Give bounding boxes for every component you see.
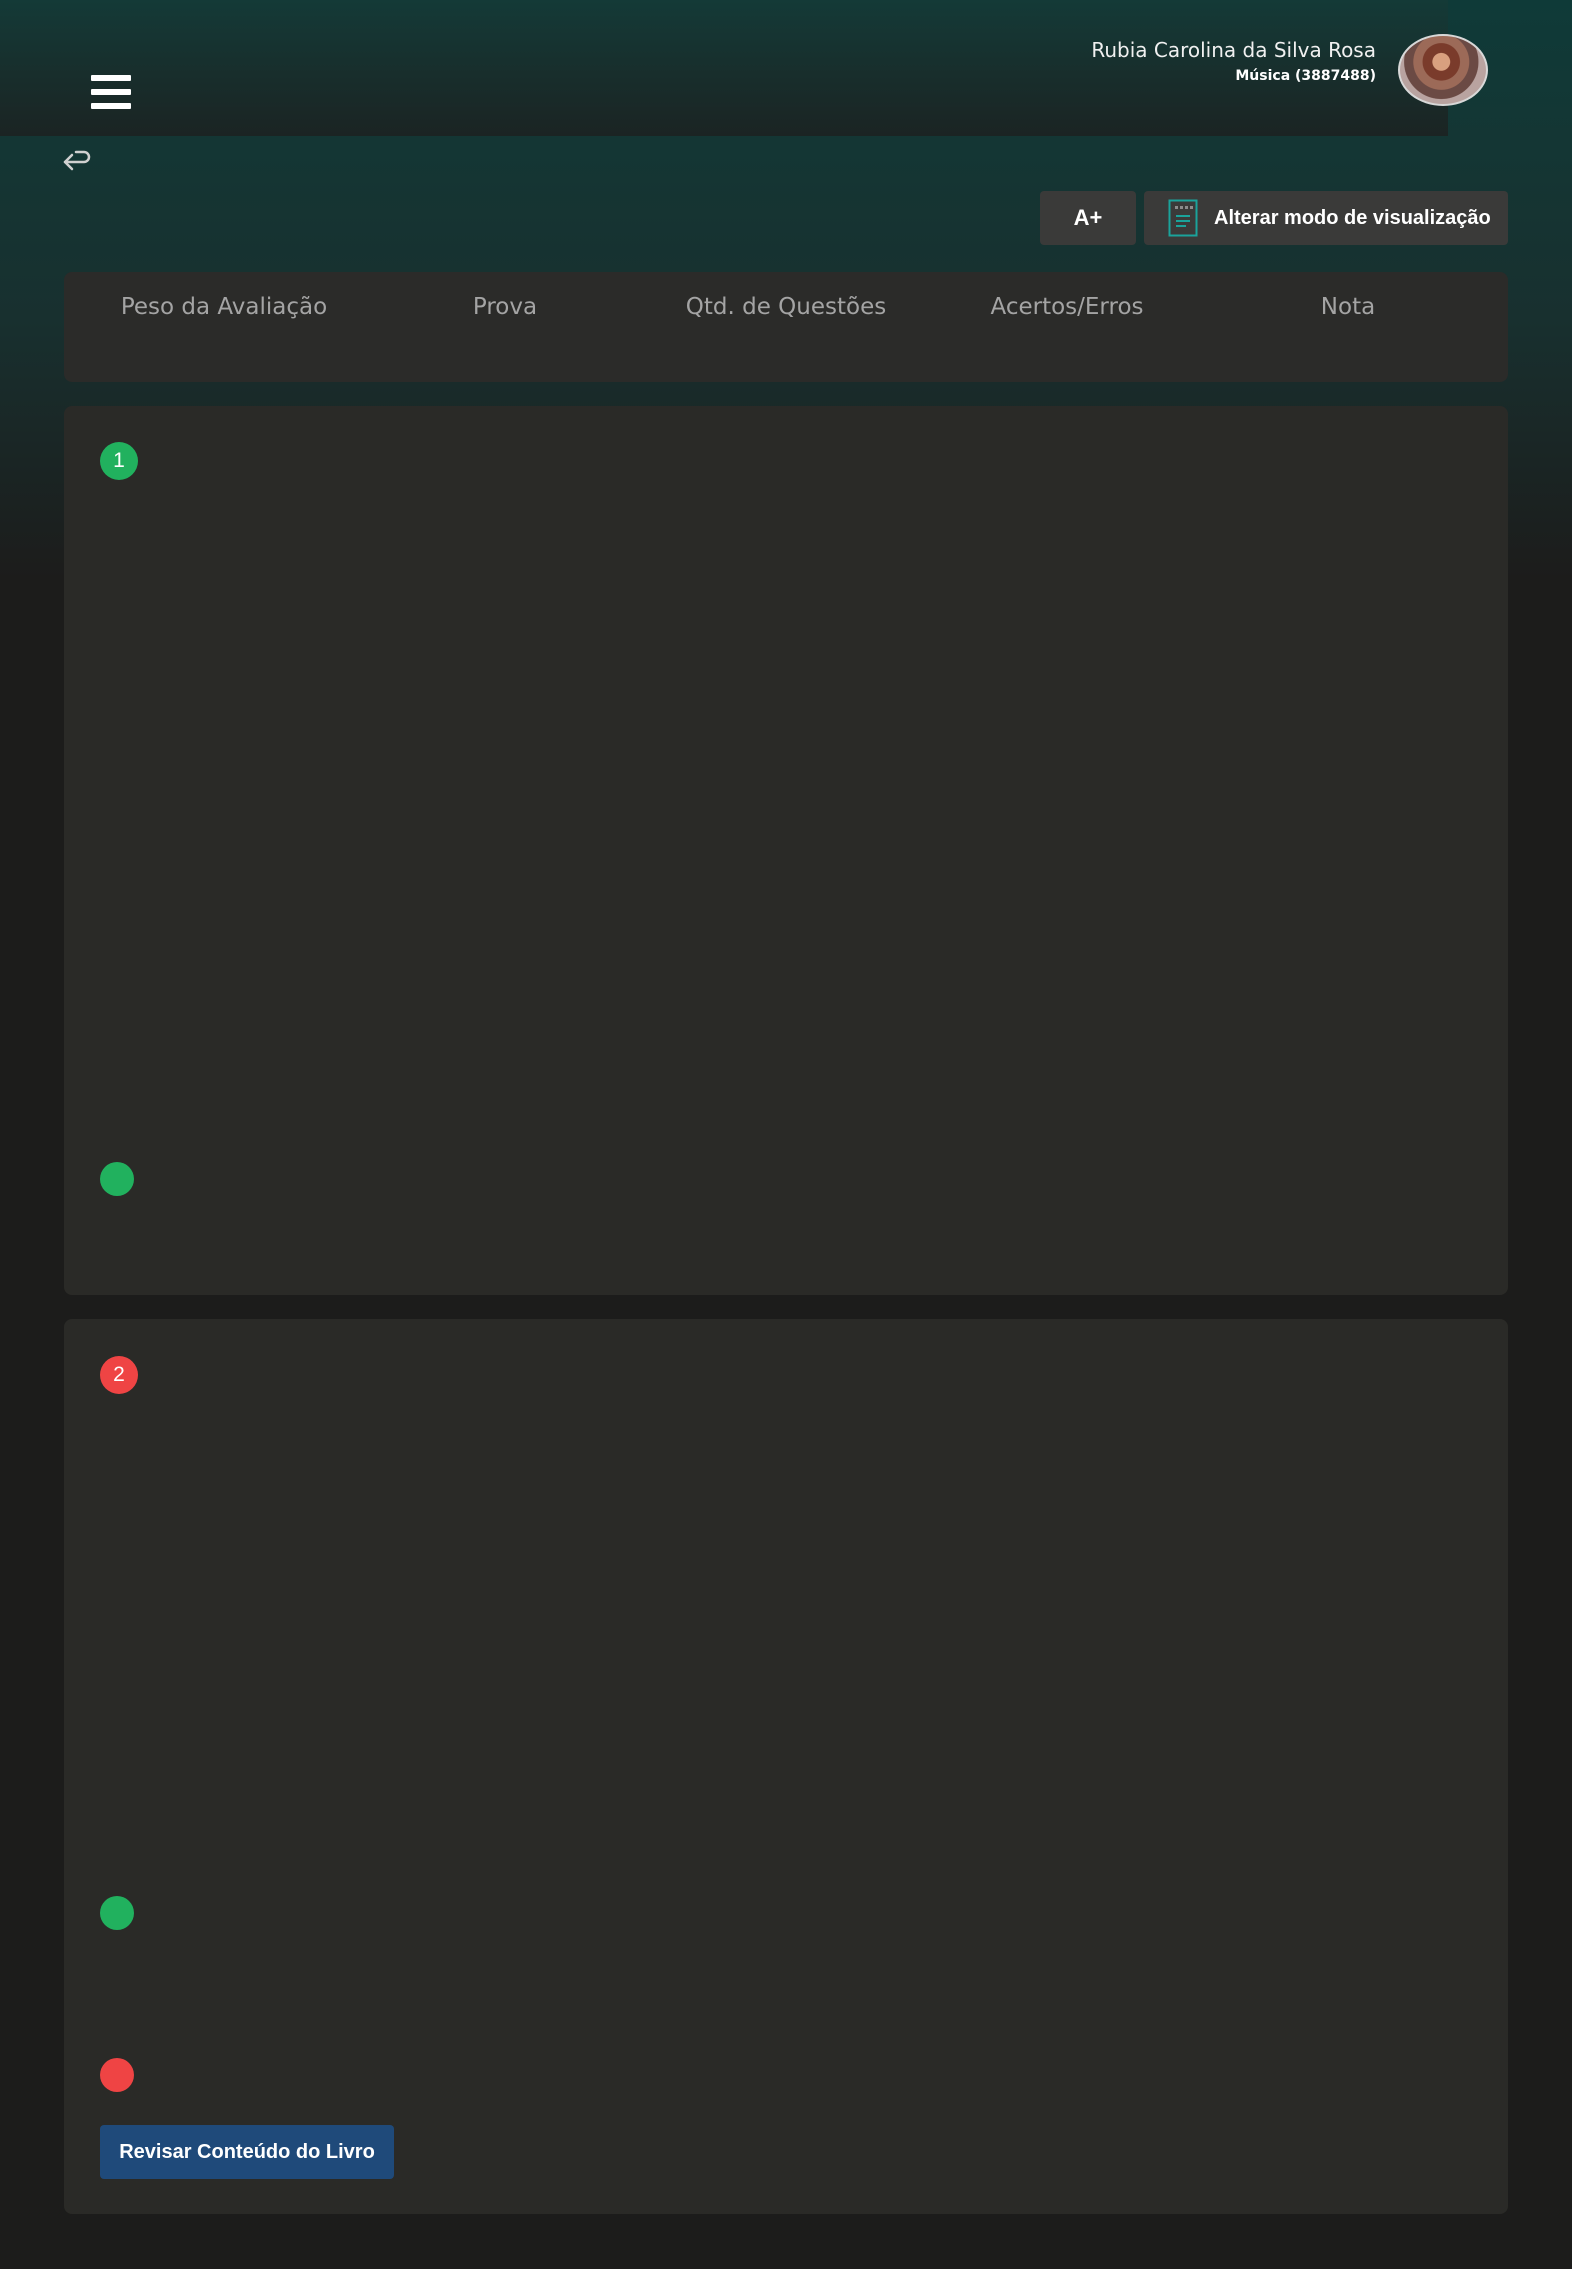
answer-option-selected-wrong[interactable] [100,2058,134,2092]
review-book-content-button[interactable]: Revisar Conteúdo do Livro [100,2125,394,2179]
question-card-1: 1 [64,406,1508,1295]
summary-header-exam: Prova [472,294,538,320]
question-card-2: 2 Revisar Conteúdo do Livro [64,1319,1508,2214]
evaluation-summary: Peso da Avaliação Prova Qtd. de Questões… [64,272,1508,382]
return-arrow-icon[interactable] [62,150,92,178]
change-view-mode-label: Alterar modo de visualização [1214,206,1491,229]
question-number-badge: 2 [100,1356,138,1394]
question-number-badge: 1 [100,442,138,480]
change-view-mode-button[interactable]: Alterar modo de visualização [1144,191,1508,245]
avatar[interactable] [1398,34,1488,106]
summary-header-weight: Peso da Avaliação [120,294,328,320]
top-bar [0,0,1448,136]
summary-header-correct-wrong: Acertos/Erros [990,294,1144,320]
summary-header-grade: Nota [1320,294,1376,320]
increase-font-button[interactable]: A+ [1040,191,1136,245]
summary-header-question-count: Qtd. de Questões [685,294,887,320]
hamburger-menu-icon[interactable] [91,75,131,111]
answer-option-correct[interactable] [100,1896,134,1930]
document-icon [1168,199,1198,237]
user-course: Música (3887488) [1235,68,1376,84]
user-name: Rubia Carolina da Silva Rosa [1091,38,1376,62]
answer-option-correct[interactable] [100,1162,134,1196]
